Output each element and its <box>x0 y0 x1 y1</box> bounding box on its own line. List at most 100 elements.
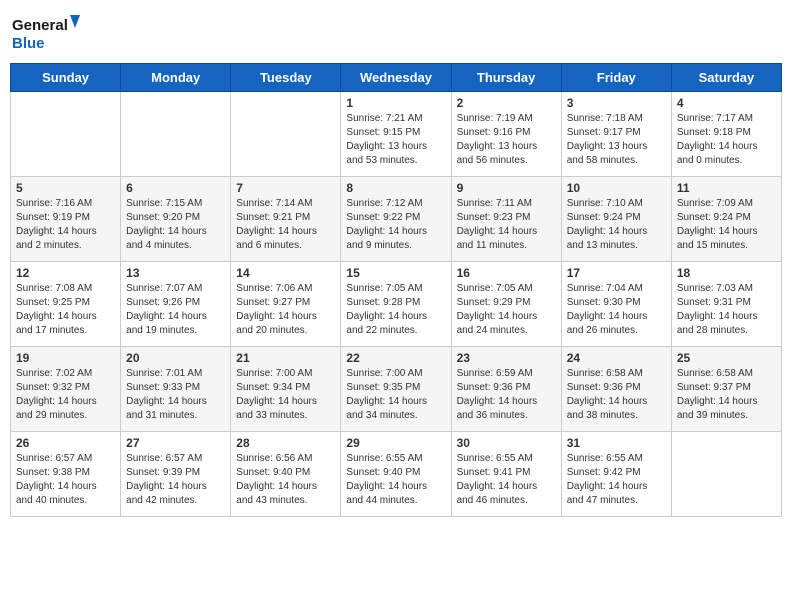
week-row-4: 19 Sunrise: 7:02 AM Sunset: 9:32 PM Dayli… <box>11 347 782 432</box>
calendar-cell: 17 Sunrise: 7:04 AM Sunset: 9:30 PM Dayli… <box>561 262 671 347</box>
cell-info: Sunrise: 7:03 AM Sunset: 9:31 PM Dayligh… <box>677 282 776 338</box>
calendar-cell: 31 Sunrise: 6:55 AM Sunset: 9:42 PM Dayli… <box>561 432 671 517</box>
cell-info: Sunrise: 6:58 AM Sunset: 9:37 PM Dayligh… <box>677 367 776 423</box>
cell-info: Sunrise: 7:06 AM Sunset: 9:27 PM Dayligh… <box>236 282 335 338</box>
day-number: 1 <box>346 96 445 110</box>
calendar-cell: 14 Sunrise: 7:06 AM Sunset: 9:27 PM Dayli… <box>231 262 341 347</box>
day-number: 15 <box>346 266 445 280</box>
calendar-cell: 4Sunrise: 7:17 AM Sunset: 9:18 PM Daylig… <box>671 92 781 177</box>
calendar-cell: 2 Sunrise: 7:19 AM Sunset: 9:16 PM Daylig… <box>451 92 561 177</box>
cell-info: Sunrise: 6:55 AM Sunset: 9:41 PM Dayligh… <box>457 452 556 508</box>
day-number: 28 <box>236 436 335 450</box>
cell-info: Sunrise: 6:55 AM Sunset: 9:42 PM Dayligh… <box>567 452 666 508</box>
day-header-tuesday: Tuesday <box>231 64 341 92</box>
day-header-saturday: Saturday <box>671 64 781 92</box>
calendar-cell: 16Sunrise: 7:05 AM Sunset: 9:29 PM Dayli… <box>451 262 561 347</box>
week-row-1: 1 Sunrise: 7:21 AM Sunset: 9:15 PM Daylig… <box>11 92 782 177</box>
week-row-3: 12Sunrise: 7:08 AM Sunset: 9:25 PM Dayli… <box>11 262 782 347</box>
day-number: 23 <box>457 351 556 365</box>
day-number: 25 <box>677 351 776 365</box>
day-number: 31 <box>567 436 666 450</box>
calendar-cell: 27 Sunrise: 6:57 AM Sunset: 9:39 PM Dayli… <box>121 432 231 517</box>
calendar-cell: 12Sunrise: 7:08 AM Sunset: 9:25 PM Dayli… <box>11 262 121 347</box>
cell-info: Sunrise: 6:57 AM Sunset: 9:38 PM Dayligh… <box>16 452 115 508</box>
day-number: 7 <box>236 181 335 195</box>
calendar-cell: 28 Sunrise: 6:56 AM Sunset: 9:40 PM Dayli… <box>231 432 341 517</box>
cell-info: Sunrise: 7:07 AM Sunset: 9:26 PM Dayligh… <box>126 282 225 338</box>
day-header-monday: Monday <box>121 64 231 92</box>
calendar-cell: 19 Sunrise: 7:02 AM Sunset: 9:32 PM Dayli… <box>11 347 121 432</box>
cell-info: Sunrise: 7:15 AM Sunset: 9:20 PM Dayligh… <box>126 197 225 253</box>
day-number: 12 <box>16 266 115 280</box>
cell-info: Sunrise: 6:57 AM Sunset: 9:39 PM Dayligh… <box>126 452 225 508</box>
cell-info: Sunrise: 6:56 AM Sunset: 9:40 PM Dayligh… <box>236 452 335 508</box>
svg-text:General: General <box>12 17 68 34</box>
calendar-table: SundayMondayTuesdayWednesdayThursdayFrid… <box>10 63 782 517</box>
calendar-cell: 11 Sunrise: 7:09 AM Sunset: 9:24 PM Dayli… <box>671 177 781 262</box>
calendar-cell: 1 Sunrise: 7:21 AM Sunset: 9:15 PM Daylig… <box>341 92 451 177</box>
day-number: 24 <box>567 351 666 365</box>
cell-info: Sunrise: 7:17 AM Sunset: 9:18 PM Dayligh… <box>677 112 776 168</box>
header: General Blue <box>10 10 782 55</box>
day-number: 30 <box>457 436 556 450</box>
calendar-cell: 22Sunrise: 7:00 AM Sunset: 9:35 PM Dayli… <box>341 347 451 432</box>
calendar-cell: 13 Sunrise: 7:07 AM Sunset: 9:26 PM Dayli… <box>121 262 231 347</box>
calendar-cell <box>121 92 231 177</box>
calendar-cell: 30 Sunrise: 6:55 AM Sunset: 9:41 PM Dayli… <box>451 432 561 517</box>
day-number: 11 <box>677 181 776 195</box>
day-number: 18 <box>677 266 776 280</box>
cell-info: Sunrise: 7:21 AM Sunset: 9:15 PM Dayligh… <box>346 112 445 168</box>
day-number: 10 <box>567 181 666 195</box>
cell-info: Sunrise: 7:14 AM Sunset: 9:21 PM Dayligh… <box>236 197 335 253</box>
day-header-friday: Friday <box>561 64 671 92</box>
day-header-thursday: Thursday <box>451 64 561 92</box>
day-number: 8 <box>346 181 445 195</box>
day-number: 19 <box>16 351 115 365</box>
calendar-cell <box>231 92 341 177</box>
calendar-cell <box>11 92 121 177</box>
day-number: 14 <box>236 266 335 280</box>
svg-text:Blue: Blue <box>12 35 45 52</box>
calendar-cell: 29Sunrise: 6:55 AM Sunset: 9:40 PM Dayli… <box>341 432 451 517</box>
cell-info: Sunrise: 7:05 AM Sunset: 9:29 PM Dayligh… <box>457 282 556 338</box>
cell-info: Sunrise: 7:04 AM Sunset: 9:30 PM Dayligh… <box>567 282 666 338</box>
cell-info: Sunrise: 7:02 AM Sunset: 9:32 PM Dayligh… <box>16 367 115 423</box>
day-number: 5 <box>16 181 115 195</box>
calendar-cell: 6 Sunrise: 7:15 AM Sunset: 9:20 PM Daylig… <box>121 177 231 262</box>
cell-info: Sunrise: 7:19 AM Sunset: 9:16 PM Dayligh… <box>457 112 556 168</box>
day-number: 27 <box>126 436 225 450</box>
cell-info: Sunrise: 6:55 AM Sunset: 9:40 PM Dayligh… <box>346 452 445 508</box>
cell-info: Sunrise: 7:00 AM Sunset: 9:34 PM Dayligh… <box>236 367 335 423</box>
day-number: 13 <box>126 266 225 280</box>
cell-info: Sunrise: 6:59 AM Sunset: 9:36 PM Dayligh… <box>457 367 556 423</box>
cell-info: Sunrise: 7:05 AM Sunset: 9:28 PM Dayligh… <box>346 282 445 338</box>
cell-info: Sunrise: 7:12 AM Sunset: 9:22 PM Dayligh… <box>346 197 445 253</box>
calendar-cell: 20Sunrise: 7:01 AM Sunset: 9:33 PM Dayli… <box>121 347 231 432</box>
cell-info: Sunrise: 7:18 AM Sunset: 9:17 PM Dayligh… <box>567 112 666 168</box>
calendar-cell: 26 Sunrise: 6:57 AM Sunset: 9:38 PM Dayli… <box>11 432 121 517</box>
day-number: 26 <box>16 436 115 450</box>
calendar-cell: 7 Sunrise: 7:14 AM Sunset: 9:21 PM Daylig… <box>231 177 341 262</box>
day-number: 21 <box>236 351 335 365</box>
calendar-cell: 3 Sunrise: 7:18 AM Sunset: 9:17 PM Daylig… <box>561 92 671 177</box>
day-number: 2 <box>457 96 556 110</box>
logo: General Blue <box>10 10 80 55</box>
day-number: 17 <box>567 266 666 280</box>
cell-info: Sunrise: 7:09 AM Sunset: 9:24 PM Dayligh… <box>677 197 776 253</box>
logo-svg: General Blue <box>10 10 80 55</box>
cell-info: Sunrise: 6:58 AM Sunset: 9:36 PM Dayligh… <box>567 367 666 423</box>
cell-info: Sunrise: 7:16 AM Sunset: 9:19 PM Dayligh… <box>16 197 115 253</box>
day-header-wednesday: Wednesday <box>341 64 451 92</box>
calendar-cell: 15 Sunrise: 7:05 AM Sunset: 9:28 PM Dayli… <box>341 262 451 347</box>
day-number: 6 <box>126 181 225 195</box>
calendar-cell: 23 Sunrise: 6:59 AM Sunset: 9:36 PM Dayli… <box>451 347 561 432</box>
day-number: 3 <box>567 96 666 110</box>
day-number: 22 <box>346 351 445 365</box>
day-header-sunday: Sunday <box>11 64 121 92</box>
calendar-cell: 25 Sunrise: 6:58 AM Sunset: 9:37 PM Dayli… <box>671 347 781 432</box>
day-number: 9 <box>457 181 556 195</box>
day-number: 20 <box>126 351 225 365</box>
calendar-cell: 8 Sunrise: 7:12 AM Sunset: 9:22 PM Daylig… <box>341 177 451 262</box>
calendar-cell: 10Sunrise: 7:10 AM Sunset: 9:24 PM Dayli… <box>561 177 671 262</box>
calendar-cell: 24 Sunrise: 6:58 AM Sunset: 9:36 PM Dayli… <box>561 347 671 432</box>
